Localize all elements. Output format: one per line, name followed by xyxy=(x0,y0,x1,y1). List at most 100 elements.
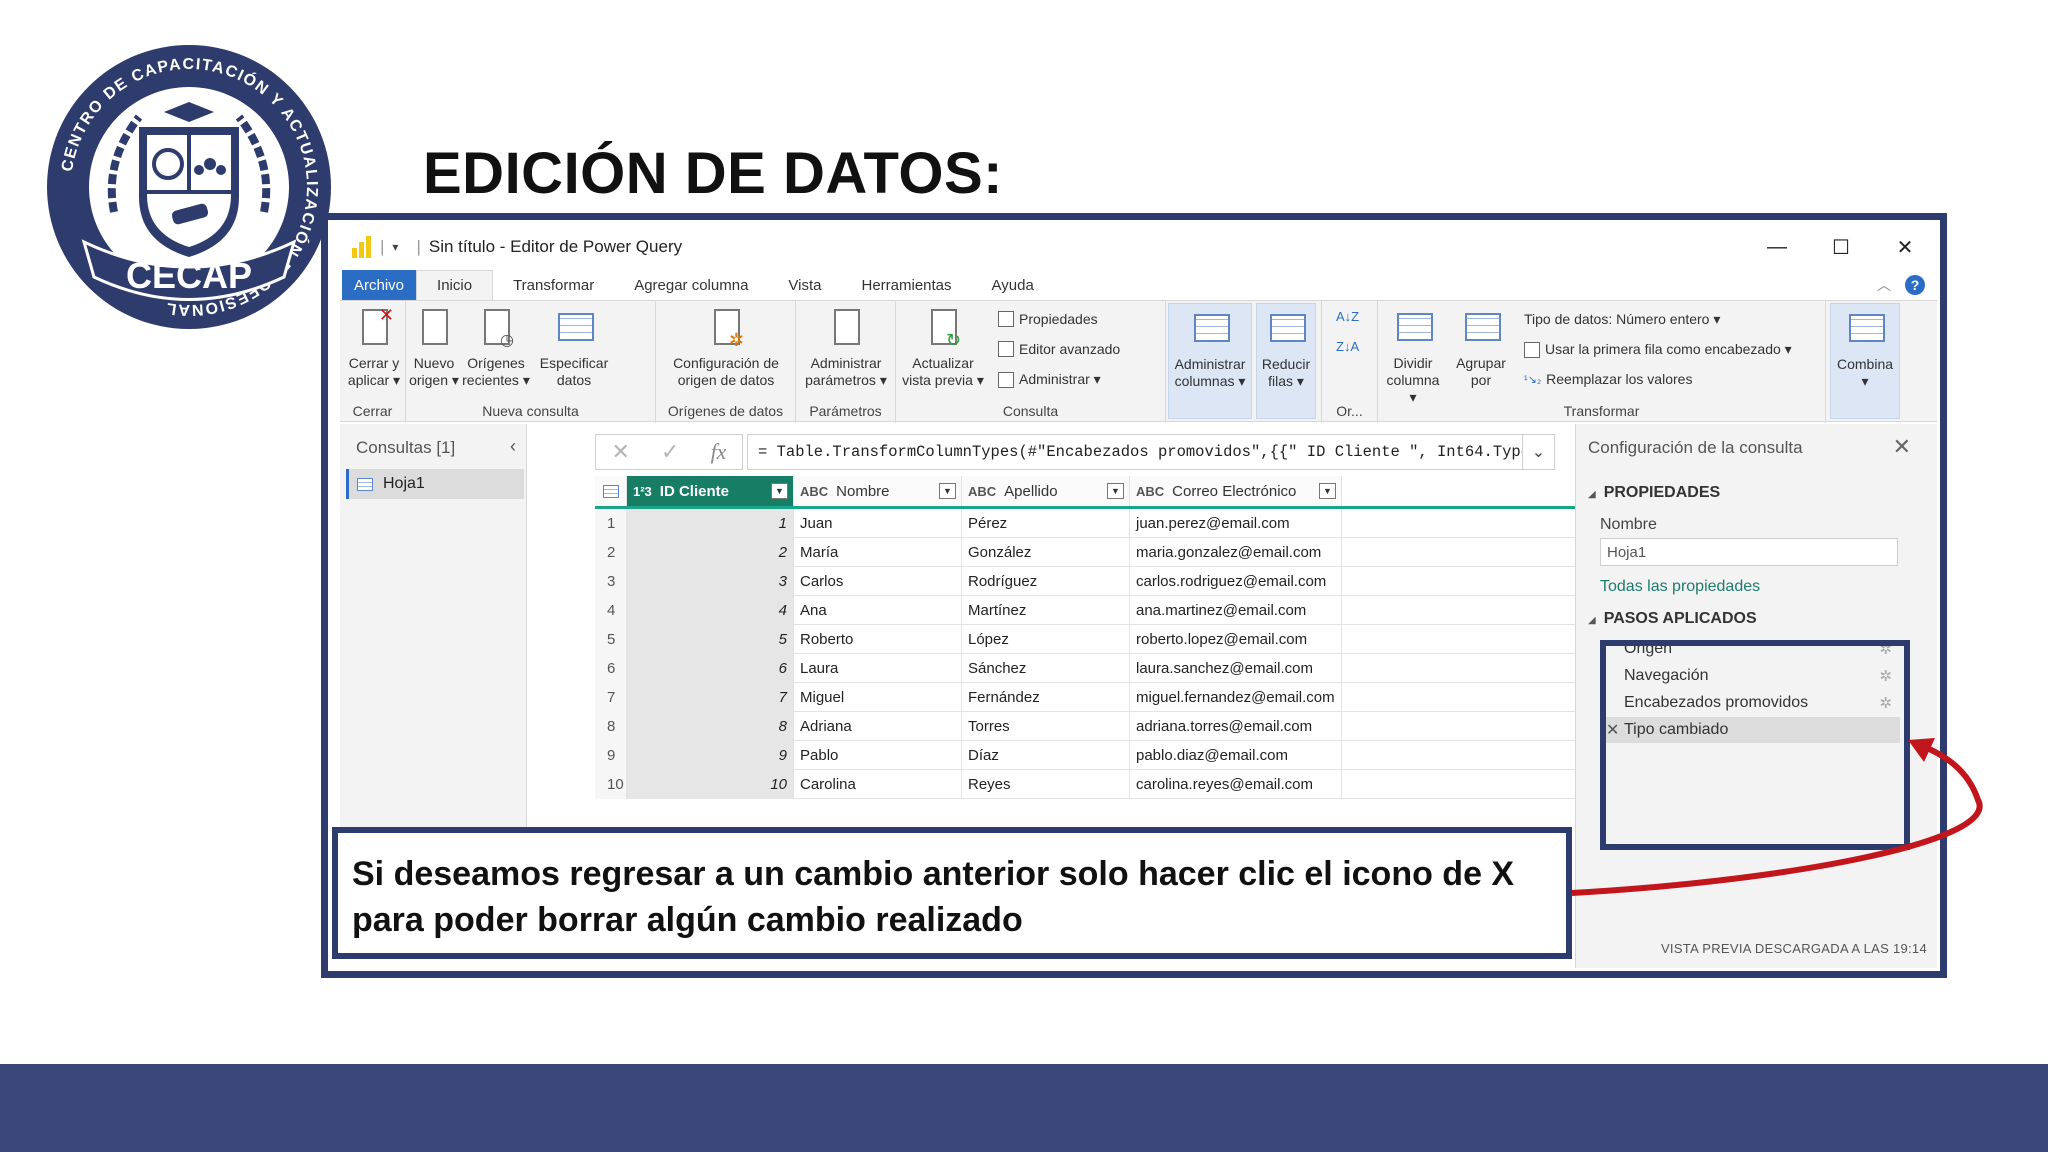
table-cell[interactable]: 1 xyxy=(627,509,794,538)
tab-vista[interactable]: Vista xyxy=(768,270,841,300)
table-cell[interactable]: 10 xyxy=(627,770,794,799)
filter-dropdown-icon[interactable]: ▼ xyxy=(939,483,956,499)
help-icon[interactable]: ? xyxy=(1905,275,1925,295)
column-header-id-cliente[interactable]: 1²3 ID Cliente ▼ xyxy=(627,476,794,506)
table-cell[interactable]: Torres xyxy=(962,712,1130,741)
text-type-icon[interactable]: ABC xyxy=(800,484,828,499)
table-cell[interactable]: Adriana xyxy=(794,712,962,741)
formula-input[interactable]: = Table.TransformColumnTypes(#"Encabezad… xyxy=(747,434,1523,470)
table-cell[interactable]: Rodríguez xyxy=(962,567,1130,596)
quick-access-dropdown-icon[interactable]: ▾ xyxy=(392,240,398,254)
table-row[interactable]: 3 3 Carlos Rodríguez carlos.rodriguez@email.… xyxy=(595,567,1605,596)
config-origen-button[interactable]: ✲ Configuración de origen de datos xyxy=(660,307,792,389)
table-cell[interactable]: Carolina xyxy=(794,770,962,799)
table-cell[interactable]: roberto.lopez@email.com xyxy=(1130,625,1342,654)
table-cell[interactable]: 2 xyxy=(627,538,794,567)
cerrar-aplicar-button[interactable]: ✕ Cerrar y aplicar ▾ xyxy=(346,306,402,389)
table-cell[interactable]: juan.perez@email.com xyxy=(1130,509,1342,538)
table-row[interactable]: 1 1 Juan Pérez juan.perez@email.com xyxy=(595,509,1605,538)
reemplazar-valores-button[interactable]: ¹↘₂ Reemplazar los valores xyxy=(1524,371,1692,387)
usar-primera-fila-button[interactable]: Usar la primera fila como encabezado ▾ xyxy=(1524,341,1792,358)
table-cell[interactable]: carlos.rodriguez@email.com xyxy=(1130,567,1342,596)
collapse-triangle-icon[interactable]: ◢ xyxy=(1588,615,1596,626)
admin-columnas-button[interactable]: Administrar columnas ▾ xyxy=(1168,303,1252,419)
reducir-filas-button[interactable]: Reducir filas ▾ xyxy=(1256,303,1316,419)
table-menu-icon[interactable] xyxy=(595,476,627,506)
table-row[interactable]: 6 6 Laura Sánchez laura.sanchez@email.com xyxy=(595,654,1605,683)
table-cell[interactable]: Díaz xyxy=(962,741,1130,770)
expand-formula-icon[interactable]: ⌄ xyxy=(1523,434,1555,470)
query-item-hoja1[interactable]: Hoja1 xyxy=(346,469,524,499)
text-type-icon[interactable]: ABC xyxy=(1136,484,1164,499)
combinar-button[interactable]: Combina ▾ xyxy=(1830,303,1900,419)
tab-ayuda[interactable]: Ayuda xyxy=(972,270,1054,300)
close-window-icon[interactable]: ✕ xyxy=(1873,228,1937,266)
origenes-recientes-button[interactable]: ◷ Orígenes recientes ▾ xyxy=(462,307,530,389)
propiedades-button[interactable]: Propiedades xyxy=(998,311,1098,327)
table-cell[interactable]: miguel.fernandez@email.com xyxy=(1130,683,1342,712)
table-cell[interactable]: ana.martinez@email.com xyxy=(1130,596,1342,625)
table-cell[interactable]: María xyxy=(794,538,962,567)
agrupar-por-button[interactable]: Agrupar por xyxy=(1450,307,1512,389)
table-cell[interactable]: Roberto xyxy=(794,625,962,654)
table-cell[interactable]: Martínez xyxy=(962,596,1130,625)
table-cell[interactable]: Laura xyxy=(794,654,962,683)
tab-transformar[interactable]: Transformar xyxy=(493,270,614,300)
table-cell[interactable]: pablo.diaz@email.com xyxy=(1130,741,1342,770)
column-header-correo[interactable]: ABC Correo Electrónico ▼ xyxy=(1130,476,1342,506)
table-cell[interactable]: 4 xyxy=(627,596,794,625)
table-row[interactable]: 10 10 Carolina Reyes carolina.reyes@email.co… xyxy=(595,770,1605,799)
table-cell[interactable]: 3 xyxy=(627,567,794,596)
tipo-datos-dropdown[interactable]: Tipo de datos: Número entero ▾ xyxy=(1524,311,1720,328)
tab-inicio[interactable]: Inicio xyxy=(416,270,494,300)
filter-dropdown-icon[interactable]: ▼ xyxy=(1107,483,1124,499)
table-cell[interactable]: laura.sanchez@email.com xyxy=(1130,654,1342,683)
table-cell[interactable]: Reyes xyxy=(962,770,1130,799)
administrar-button[interactable]: Administrar ▾ xyxy=(998,371,1101,388)
table-cell[interactable]: 8 xyxy=(627,712,794,741)
table-row[interactable]: 8 8 Adriana Torres adriana.torres@email.com xyxy=(595,712,1605,741)
table-row[interactable]: 4 4 Ana Martínez ana.martinez@email.com xyxy=(595,596,1605,625)
table-cell[interactable]: Carlos xyxy=(794,567,962,596)
table-cell[interactable]: Fernández xyxy=(962,683,1130,712)
query-name-input[interactable]: Hoja1 xyxy=(1600,538,1898,566)
table-cell[interactable]: 6 xyxy=(627,654,794,683)
table-cell[interactable]: Pablo xyxy=(794,741,962,770)
table-row[interactable]: 5 5 Roberto López roberto.lopez@email.com xyxy=(595,625,1605,654)
especificar-datos-button[interactable]: Especificar datos xyxy=(534,307,614,389)
close-settings-icon[interactable]: ✕ xyxy=(1893,434,1911,460)
table-cell[interactable]: González xyxy=(962,538,1130,567)
table-row[interactable]: 9 9 Pablo Díaz pablo.diaz@email.com xyxy=(595,741,1605,770)
cancel-formula-icon[interactable]: ✕ xyxy=(612,439,630,465)
dividir-columna-button[interactable]: Dividir columna ▾ xyxy=(1382,307,1444,406)
table-cell[interactable]: Sánchez xyxy=(962,654,1130,683)
table-cell[interactable]: 9 xyxy=(627,741,794,770)
tab-archivo[interactable]: Archivo xyxy=(342,270,417,300)
admin-parametros-button[interactable]: Administrar parámetros ▾ xyxy=(800,307,892,389)
tab-agregar-columna[interactable]: Agregar columna xyxy=(614,270,768,300)
confirm-formula-icon[interactable]: ✓ xyxy=(661,439,679,465)
text-type-icon[interactable]: ABC xyxy=(968,484,996,499)
minimize-icon[interactable]: — xyxy=(1745,228,1809,266)
table-cell[interactable]: 7 xyxy=(627,683,794,712)
collapse-ribbon-icon[interactable]: ︿ xyxy=(1877,275,1891,295)
table-cell[interactable]: Juan xyxy=(794,509,962,538)
filter-dropdown-icon[interactable]: ▼ xyxy=(771,483,788,499)
column-header-nombre[interactable]: ABC Nombre ▼ xyxy=(794,476,962,506)
table-row[interactable]: 7 7 Miguel Fernández miguel.fernandez@email.… xyxy=(595,683,1605,712)
fx-icon[interactable]: fx xyxy=(711,439,727,465)
actualizar-vista-button[interactable]: ↻ Actualizar vista previa ▾ xyxy=(898,307,988,389)
table-cell[interactable]: Miguel xyxy=(794,683,962,712)
editor-avanzado-button[interactable]: Editor avanzado xyxy=(998,341,1120,357)
sort-ascending-icon[interactable]: A↓Z xyxy=(1336,309,1359,324)
table-cell[interactable]: 5 xyxy=(627,625,794,654)
table-cell[interactable]: maria.gonzalez@email.com xyxy=(1130,538,1342,567)
collapse-queries-icon[interactable]: ‹ xyxy=(510,436,516,457)
maximize-icon[interactable]: ☐ xyxy=(1809,228,1873,266)
table-cell[interactable]: Ana xyxy=(794,596,962,625)
table-row[interactable]: 2 2 María González maria.gonzalez@email.com xyxy=(595,538,1605,567)
whole-number-type-icon[interactable]: 1²3 xyxy=(633,484,652,499)
column-header-apellido[interactable]: ABC Apellido ▼ xyxy=(962,476,1130,506)
table-cell[interactable]: adriana.torres@email.com xyxy=(1130,712,1342,741)
tab-herramientas[interactable]: Herramientas xyxy=(842,270,972,300)
